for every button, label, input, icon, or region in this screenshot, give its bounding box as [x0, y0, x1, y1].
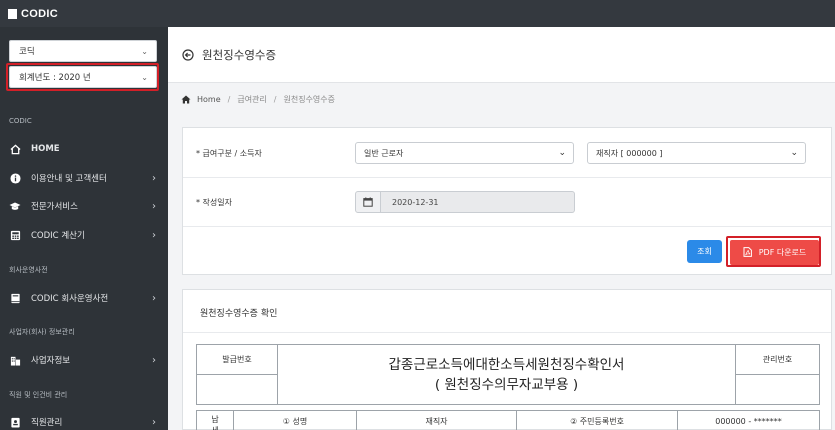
chevron-right-icon: › [152, 229, 156, 241]
breadcrumb-separator: / [227, 95, 231, 104]
sidebar-item-business[interactable]: 사업자정보 › [0, 350, 168, 370]
sidebar-item-help[interactable]: 이용안내 및 고객센터 › [0, 168, 168, 188]
home-icon [181, 95, 191, 104]
calendar-icon[interactable] [355, 191, 381, 213]
sidebar-item-calculator[interactable]: CODIC 계산기 › [0, 225, 168, 245]
chevron-down-icon: ⌄ [790, 148, 798, 158]
management-number-label: 관리번호 [735, 344, 820, 375]
receipt-section-title: 원천징수영수증 확인 [200, 309, 278, 319]
employee-value: 재직자 [ 000000 ] [596, 148, 663, 158]
back-arrow-icon[interactable] [182, 48, 194, 61]
chevron-right-icon: › [152, 416, 156, 428]
brand-name[interactable]: CODIC [21, 8, 58, 20]
page-title: 원천징수영수증 [202, 47, 277, 62]
breadcrumb-level2: 원천징수영수증 [283, 95, 336, 104]
divider [183, 226, 831, 227]
chevron-right-icon: › [152, 354, 156, 366]
sidebar-item-label: HOME [31, 144, 60, 154]
divider [183, 177, 831, 178]
section-label-codic: CODIC [9, 117, 32, 125]
taxpayer-side-label-1: 납 [211, 415, 219, 424]
receipt-document: 발급번호 갑종근로소득에대한소득세원천징수확인서 ( 원천징수의무자교부용 ) … [196, 344, 820, 430]
document-title: 갑종근로소득에대한소득세원천징수확인서 ( 원천징수의무자교부용 ) [277, 344, 736, 405]
date-value: 2020-12-31 [381, 191, 575, 213]
graduation-cap-icon [9, 200, 21, 212]
issue-number-label: 발급번호 [196, 344, 278, 375]
sidebar-item-company-dict[interactable]: CODIC 회사운영사전 › [0, 288, 168, 308]
sidebar-item-label: 이용안내 및 고객센터 [31, 174, 107, 184]
chevron-down-icon: ⌄ [141, 46, 148, 56]
issue-number-value [196, 374, 278, 405]
building-icon [9, 354, 21, 366]
rrn-value: 000000 - ******* [677, 410, 820, 430]
company-select[interactable]: 코딕 ⌄ [9, 40, 157, 62]
chevron-down-icon: ⌄ [558, 148, 566, 158]
breadcrumb-home[interactable]: Home [197, 95, 221, 104]
sidebar-item-expert[interactable]: 전문가서비스 › [0, 196, 168, 216]
income-type-value: 일반 근로자 [364, 148, 404, 158]
section-label-business-info: 사업자(회사) 정보관리 [9, 328, 75, 336]
page-header: 원천징수영수증 [168, 27, 835, 83]
id-card-icon [9, 416, 21, 428]
divider [183, 332, 831, 333]
rrn-label: ② 주민등록번호 [516, 410, 678, 430]
sidebar-item-home[interactable]: HOME [0, 139, 168, 159]
income-type-select[interactable]: 일반 근로자 ⌄ [355, 142, 574, 164]
logo-icon [8, 8, 17, 19]
section-label-company-dict: 회사운영사전 [9, 266, 48, 274]
top-bar: CODIC [0, 0, 835, 27]
name-value: 재직자 [356, 410, 517, 430]
date-label: * 작성일자 [196, 198, 232, 207]
breadcrumb: Home / 급여관리 / 원천징수영수증 [181, 94, 335, 105]
sidebar-item-label: CODIC 계산기 [31, 231, 85, 241]
chevron-right-icon: › [152, 172, 156, 184]
search-button[interactable]: 조회 [687, 240, 722, 263]
company-select-value: 코딕 [19, 47, 35, 57]
sidebar-item-label: 전문가서비스 [31, 202, 78, 212]
sidebar-item-label: 사업자정보 [31, 356, 71, 366]
breadcrumb-separator: / [273, 95, 277, 104]
highlight-box [726, 236, 821, 267]
taxpayer-side-label: 납 세 [196, 410, 234, 430]
document-title-sub: ( 원천징수의무자교부용 ) [434, 376, 579, 393]
info-icon [9, 172, 21, 184]
breadcrumb-level1[interactable]: 급여관리 [237, 94, 266, 105]
employee-select[interactable]: 재직자 [ 000000 ] ⌄ [587, 142, 806, 164]
highlight-box [6, 63, 159, 91]
date-input[interactable]: 2020-12-31 [355, 191, 575, 213]
management-number-value [735, 374, 820, 405]
sidebar-item-staff[interactable]: 직원관리 › [0, 412, 168, 430]
taxpayer-side-label-2: 세 [211, 425, 218, 430]
document-title-main: 갑종근로소득에대한소득세원천징수확인서 [388, 356, 625, 373]
sidebar: 코딕 ⌄ 회계년도 : 2020 년 ⌄ CODIC HOME 이용안내 및 고… [0, 27, 168, 430]
chevron-right-icon: › [152, 200, 156, 212]
income-type-label: * 급여구분 / 소득자 [196, 149, 262, 158]
chevron-right-icon: › [152, 292, 156, 304]
sidebar-item-label: 직원관리 [31, 418, 63, 428]
name-label: ① 성명 [233, 410, 357, 430]
receipt-card: 원천징수영수증 확인 발급번호 갑종근로소득에대한소득세원천징수확인서 ( 원천… [182, 289, 832, 430]
book-icon [9, 292, 21, 304]
calculator-icon [9, 229, 21, 241]
sidebar-item-label: CODIC 회사운영사전 [31, 294, 109, 304]
home-icon [9, 143, 21, 155]
section-label-staff: 직원 및 인건비 관리 [9, 391, 68, 399]
